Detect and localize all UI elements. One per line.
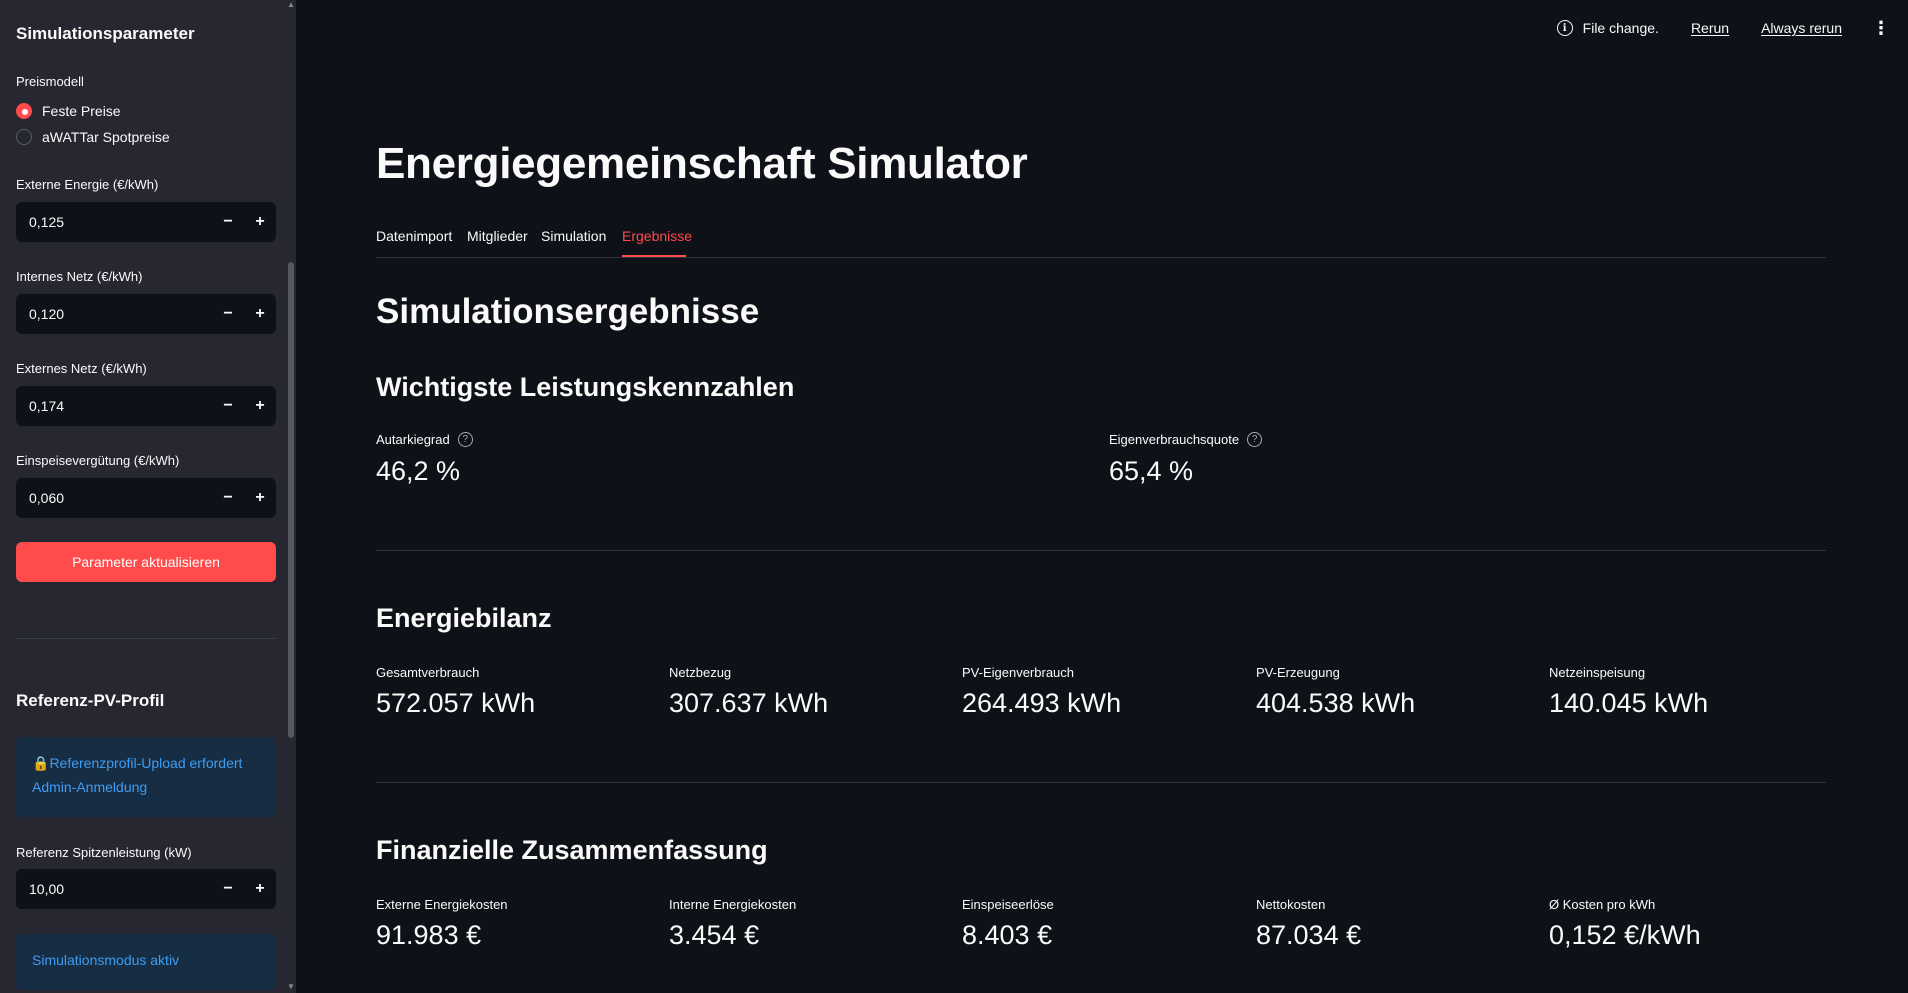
- metric-value-internal-energy-costs: 3.454 €: [669, 920, 760, 950]
- metric-label-text: Eigenverbrauchsquote: [1109, 432, 1240, 447]
- metric-label-feed-in-revenue: Einspeiseerlöse: [962, 897, 1054, 912]
- metric-value-self-consumption: 65,4 %: [1109, 456, 1194, 486]
- input-value[interactable]: 0,120: [16, 306, 212, 322]
- tab-bar: Datenimport Mitglieder Simulation Ergebn…: [376, 224, 1826, 258]
- simulation-mode-info: Simulationsmodus aktiv: [16, 934, 276, 990]
- reference-info-text: Referenzprofil-Upload erfordert Admin-An…: [32, 755, 243, 795]
- tab-members[interactable]: Mitglieder: [467, 228, 528, 244]
- input-value[interactable]: 10,00: [16, 881, 212, 897]
- sim-mode-text: Simulationsmodus aktiv: [32, 952, 180, 968]
- input-value[interactable]: 0,174: [16, 398, 212, 414]
- external-energy-input[interactable]: 0,125 − +: [16, 202, 276, 242]
- kpi-heading: Wichtigste Leistungskennzahlen: [376, 372, 795, 402]
- reference-peak-input[interactable]: 10,00 − +: [16, 869, 276, 909]
- radio-checked-icon[interactable]: [16, 103, 32, 119]
- page-title: Energiegemeinschaft Simulator: [376, 139, 1028, 188]
- lock-icon: 🔒: [32, 755, 50, 771]
- main-menu-icon[interactable]: ⋮: [1872, 19, 1890, 37]
- input-value[interactable]: 0,125: [16, 214, 212, 230]
- increment-button[interactable]: +: [244, 202, 276, 242]
- increment-button[interactable]: +: [244, 869, 276, 909]
- metric-value-net-costs: 87.034 €: [1256, 920, 1362, 950]
- tab-data-import[interactable]: Datenimport: [376, 228, 452, 244]
- section-divider: [376, 550, 1826, 551]
- active-tab-indicator: [622, 255, 686, 257]
- decrement-button[interactable]: −: [212, 294, 244, 334]
- input-label-external-grid: Externes Netz (€/kWh): [16, 361, 147, 376]
- sidebar: Simulationsparameter Preismodell Feste P…: [0, 0, 296, 993]
- info-icon: i: [1556, 20, 1573, 36]
- metric-label-grid-feed-in: Netzeinspeisung: [1549, 665, 1646, 680]
- results-heading: Simulationsergebnisse: [376, 292, 760, 331]
- help-icon[interactable]: ?: [1247, 432, 1263, 447]
- metric-value-pv-generation: 404.538 kWh: [1256, 688, 1416, 718]
- scroll-up-arrow-icon[interactable]: ▲: [286, 0, 296, 9]
- input-value[interactable]: 0,060: [16, 490, 212, 506]
- metric-label-self-consumption: Eigenverbrauchsquote ?: [1109, 432, 1263, 447]
- sidebar-title: Simulationsparameter: [16, 24, 195, 43]
- decrement-button[interactable]: −: [212, 386, 244, 426]
- radio-label: aWATTar Spotpreise: [42, 129, 170, 145]
- input-label-feed-in-tariff: Einspeisevergütung (€/kWh): [16, 453, 180, 468]
- internal-grid-input[interactable]: 0,120 − +: [16, 294, 276, 334]
- metric-label-self-sufficiency: Autarkiegrad ?: [376, 432, 473, 447]
- reference-pv-title: Referenz-PV-Profil: [16, 691, 165, 710]
- metric-value-feed-in-revenue: 8.403 €: [962, 920, 1053, 950]
- radio-fixed-prices[interactable]: Feste Preise: [16, 103, 121, 119]
- radio-unchecked-icon[interactable]: [16, 129, 32, 145]
- metric-value-external-energy-costs: 91.983 €: [376, 920, 482, 950]
- radio-label: Feste Preise: [42, 103, 121, 119]
- metric-label-pv-self-consumption: PV-Eigenverbrauch: [962, 665, 1075, 680]
- external-grid-input[interactable]: 0,174 − +: [16, 386, 276, 426]
- decrement-button[interactable]: −: [212, 869, 244, 909]
- metric-label-external-energy-costs: Externe Energiekosten: [376, 897, 508, 912]
- input-label-external-energy: Externe Energie (€/kWh): [16, 177, 159, 192]
- financial-summary-heading: Finanzielle Zusammenfassung: [376, 835, 768, 865]
- metric-label-text: Autarkiegrad: [376, 432, 450, 447]
- radio-awattar-spot[interactable]: aWATTar Spotpreise: [16, 129, 170, 145]
- tab-simulation[interactable]: Simulation: [541, 228, 606, 244]
- metric-label-avg-cost-per-kwh: Ø Kosten pro kWh: [1549, 897, 1656, 912]
- rerun-button[interactable]: Rerun: [1691, 20, 1729, 36]
- metric-label-grid-import: Netzbezug: [669, 665, 732, 680]
- file-change-status: i File change.: [1556, 20, 1659, 36]
- section-divider: [376, 782, 1826, 783]
- scroll-down-arrow-icon[interactable]: ▼: [286, 982, 296, 991]
- app-header: i File change. Rerun Always rerun ⋮: [1556, 19, 1890, 37]
- sidebar-scrollbar[interactable]: [288, 262, 294, 738]
- metric-value-pv-self-consumption: 264.493 kWh: [962, 688, 1122, 718]
- reference-upload-info: 🔒Referenzprofil-Upload erfordert Admin-A…: [16, 737, 276, 817]
- help-icon[interactable]: ?: [457, 432, 473, 447]
- decrement-button[interactable]: −: [212, 202, 244, 242]
- input-label-reference-peak: Referenz Spitzenleistung (kW): [16, 845, 192, 860]
- metric-label-net-costs: Nettokosten: [1256, 897, 1326, 912]
- metric-value-self-sufficiency: 46,2 %: [376, 456, 461, 486]
- always-rerun-button[interactable]: Always rerun: [1761, 20, 1842, 36]
- metric-label-total-consumption: Gesamtverbrauch: [376, 665, 480, 680]
- metric-label-pv-generation: PV-Erzeugung: [1256, 665, 1340, 680]
- price-model-label: Preismodell: [16, 74, 84, 89]
- update-parameters-button[interactable]: Parameter aktualisieren: [16, 542, 276, 582]
- feed-in-tariff-input[interactable]: 0,060 − +: [16, 478, 276, 518]
- metric-label-internal-energy-costs: Interne Energiekosten: [669, 897, 797, 912]
- metric-value-grid-feed-in: 140.045 kWh: [1549, 688, 1709, 718]
- increment-button[interactable]: +: [244, 478, 276, 518]
- tab-results[interactable]: Ergebnisse: [622, 228, 692, 244]
- energy-balance-heading: Energiebilanz: [376, 603, 552, 633]
- increment-button[interactable]: +: [244, 294, 276, 334]
- sidebar-divider: [16, 638, 276, 639]
- metric-value-avg-cost-per-kwh: 0,152 €/kWh: [1549, 920, 1701, 950]
- metric-value-grid-import: 307.637 kWh: [669, 688, 829, 718]
- file-change-text: File change.: [1582, 20, 1659, 36]
- increment-button[interactable]: +: [244, 386, 276, 426]
- decrement-button[interactable]: −: [212, 478, 244, 518]
- input-label-internal-grid: Internes Netz (€/kWh): [16, 269, 143, 284]
- metric-value-total-consumption: 572.057 kWh: [376, 688, 536, 718]
